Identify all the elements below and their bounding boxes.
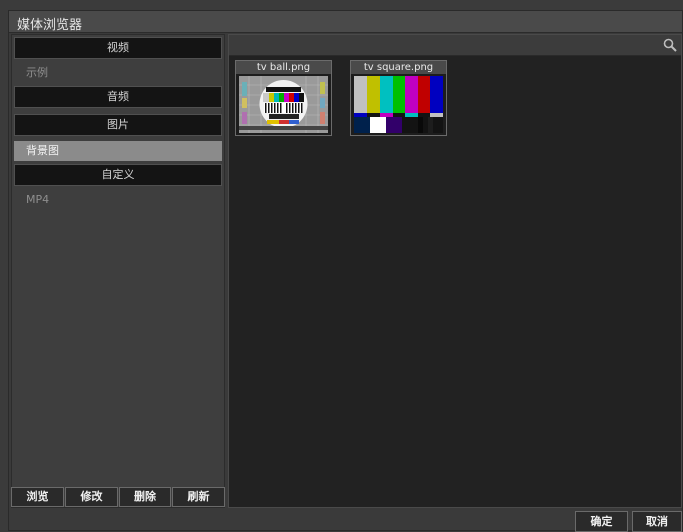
refresh-button[interactable]: 刷新 [172,487,225,507]
cancel-button[interactable]: 取消 [632,511,682,532]
browse-button[interactable]: 浏览 [11,487,64,507]
window-title: 媒体浏览器 [17,18,83,33]
category-item-mp4[interactable]: MP4 [14,190,222,210]
category-action-buttons: 浏览 修改 删除 刷新 [11,487,225,507]
media-thumbnail[interactable]: tv square.png [350,60,447,136]
media-browser-window: 媒体浏览器 视频 示例 音频 图片 背景图 自定义 MP4 浏览 修改 删除 刷… [8,10,683,532]
category-item-example[interactable]: 示例 [14,63,222,83]
search-input[interactable] [231,37,659,55]
media-filename: tv ball.png [236,61,331,74]
media-thumbnail[interactable]: tv ball.png [235,60,332,136]
media-panel: tv ball.png tv square.png [228,34,682,508]
title-bar[interactable]: 媒体浏览器 [9,11,682,33]
search-bar [229,35,681,56]
ok-button[interactable]: 确定 [575,511,628,532]
category-item-background[interactable]: 背景图 [14,141,222,161]
media-filename: tv square.png [351,61,446,74]
category-header-audio[interactable]: 音频 [14,86,222,108]
category-header-video[interactable]: 视频 [14,37,222,59]
category-header-custom[interactable]: 自定义 [14,164,222,186]
category-panel: 视频 示例 音频 图片 背景图 自定义 MP4 [11,34,225,508]
test-pattern-square-image [354,76,443,133]
category-header-image[interactable]: 图片 [14,114,222,136]
delete-button[interactable]: 删除 [119,487,171,507]
modify-button[interactable]: 修改 [65,487,118,507]
test-pattern-ball-image [239,76,328,133]
search-icon[interactable] [663,38,677,52]
